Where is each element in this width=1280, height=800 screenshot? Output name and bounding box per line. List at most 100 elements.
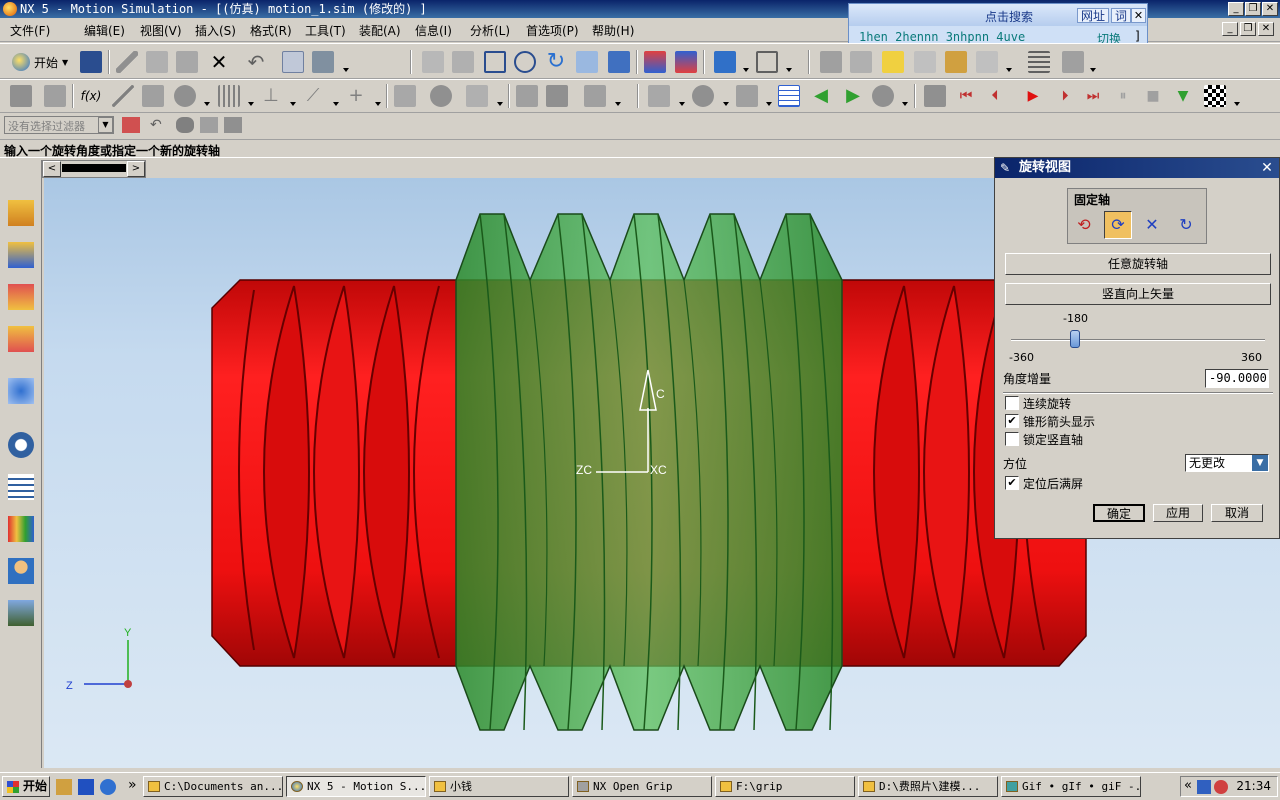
cone-arrow-display-checkbox[interactable]: ✔ [1005, 414, 1019, 428]
link-icon[interactable] [850, 51, 872, 73]
quicklaunch-app-icon[interactable] [78, 779, 94, 795]
angle-slider-thumb[interactable] [1069, 330, 1080, 348]
menu-format[interactable]: 格式(R) [250, 22, 292, 39]
dropdown-arrow-icon[interactable] [723, 102, 729, 106]
delete-icon[interactable]: ✕ [208, 51, 230, 73]
system-scenes-icon[interactable] [8, 600, 34, 626]
nav-next-button[interactable]: > [127, 161, 145, 177]
dropdown-arrow-icon[interactable] [333, 102, 339, 106]
task-gif[interactable]: Gif • gIf • giF -... [1001, 776, 1141, 797]
dropdown-arrow-icon[interactable] [248, 102, 254, 106]
search-url-button[interactable]: 网址 [1077, 8, 1110, 23]
network-icon[interactable] [1197, 780, 1211, 794]
feature-select-icon[interactable] [200, 117, 218, 133]
menu-help[interactable]: 帮助(H) [592, 22, 634, 39]
layer-settings-icon[interactable] [675, 51, 697, 73]
menu-analysis[interactable]: 分析(L) [470, 22, 510, 39]
marker-point-icon[interactable]: + [345, 85, 367, 107]
finish-flag-icon[interactable] [1204, 85, 1226, 107]
spreadsheet-icon[interactable] [778, 85, 800, 107]
motion-driver-icon[interactable] [914, 51, 936, 73]
x-axis-rotate-button[interactable]: ⟲ [1070, 211, 1098, 239]
ok-button[interactable]: 确定 [1093, 504, 1145, 522]
pin-icon[interactable]: ✎ [1000, 161, 1014, 175]
package-icon[interactable] [466, 85, 488, 107]
vertical-up-vector-button[interactable]: 竖直向上矢量 [1005, 283, 1271, 305]
y-axis-rotate-button[interactable]: ⟳ [1104, 211, 1132, 239]
animation-icon[interactable] [584, 85, 606, 107]
solver-icon[interactable] [546, 85, 568, 107]
navigator-tab[interactable] [62, 164, 126, 172]
close-icon[interactable]: ✕ [1259, 160, 1275, 176]
measure-icon[interactable]: ⟋ [302, 85, 324, 107]
menu-info[interactable]: 信息(I) [415, 22, 452, 39]
menu-file[interactable]: 文件(F) [10, 22, 50, 39]
zoom-icon[interactable] [514, 51, 536, 73]
fit-after-checkbox[interactable]: ✔ [1005, 476, 1019, 490]
menu-preferences[interactable]: 首选项(P) [526, 22, 579, 39]
orientation-select[interactable]: 无更改 ▼ [1185, 454, 1269, 472]
copy-icon[interactable] [146, 51, 168, 73]
joint-icon[interactable] [882, 51, 904, 73]
marker-icon[interactable] [1062, 51, 1084, 73]
quicklaunch-ie-icon[interactable] [100, 779, 116, 795]
arrow-right-icon[interactable]: ▶ [842, 85, 864, 107]
task-nx5[interactable]: NX 5 - Motion S... [286, 776, 426, 797]
contact-icon[interactable] [394, 85, 416, 107]
task-xiaoqian[interactable]: 小钱 [429, 776, 569, 797]
search-close-icon[interactable]: ✕ [1131, 8, 1146, 23]
angle-slider-track[interactable] [1011, 339, 1265, 341]
doc-minimize-button[interactable]: _ [1222, 22, 1238, 36]
z-axis-rotate-button[interactable]: ↻ [1172, 211, 1200, 239]
zoom-region-icon[interactable] [452, 51, 474, 73]
fit-icon[interactable] [422, 51, 444, 73]
dropdown-arrow-icon[interactable] [615, 102, 621, 106]
rewind-to-start-icon[interactable]: ⏮ [955, 85, 977, 107]
arrow-left-icon[interactable]: ◀ [810, 85, 832, 107]
dropdown-arrow-icon[interactable] [786, 68, 792, 72]
dropdown-arrow-icon[interactable] [1006, 68, 1012, 72]
menu-edit[interactable]: 编辑(E) [84, 22, 125, 39]
step-back-icon[interactable]: ⏴ [984, 85, 1006, 107]
constraint-icon[interactable] [1028, 51, 1050, 73]
close-button[interactable]: ✕ [1262, 2, 1278, 16]
rotate-icon[interactable]: ↻ [545, 51, 567, 73]
nav-prev-button[interactable]: < [43, 161, 61, 177]
face-select-icon[interactable] [224, 117, 242, 133]
assembly-navigator-icon[interactable] [8, 242, 34, 268]
dropdown-arrow-icon[interactable] [1234, 102, 1240, 106]
fit-after-row[interactable]: ✔ 定位后满屏 [1005, 475, 1083, 491]
cancel-button[interactable]: 取消 [1211, 504, 1263, 522]
solid-select-icon[interactable] [176, 117, 194, 133]
taskbar-start-button[interactable]: 开始 [2, 776, 50, 797]
constraint-navigator-icon[interactable] [8, 284, 34, 310]
task-nx-open-grip[interactable]: NX Open Grip [572, 776, 712, 797]
continuous-rotate-row[interactable]: 连续旋转 [1005, 395, 1071, 411]
selection-icon[interactable] [312, 51, 334, 73]
shaded-display-icon[interactable] [714, 51, 736, 73]
step-forward-icon[interactable]: ⏵ [1054, 85, 1076, 107]
apply-button[interactable]: 应用 [1153, 504, 1203, 522]
start-button[interactable]: 开始 ▼ [12, 50, 68, 74]
load-icon[interactable]: ⊥ [260, 85, 282, 107]
visualization-palette-icon[interactable] [8, 516, 34, 542]
task-documents[interactable]: C:\Documents an... [143, 776, 283, 797]
select-arrow-icon[interactable]: ↶ [150, 117, 168, 133]
trace-icon[interactable] [692, 85, 714, 107]
dialog-title-bar[interactable]: ✎ 旋转视图 ✕ [995, 158, 1279, 178]
dropdown-arrow-icon[interactable] [902, 102, 908, 106]
cut-icon[interactable] [116, 51, 138, 73]
joint-type-icon[interactable] [142, 85, 164, 107]
layer-icon[interactable] [644, 51, 666, 73]
part-navigator-icon[interactable] [8, 326, 34, 352]
messenger-icon[interactable] [1214, 780, 1228, 794]
web-browser-icon[interactable] [8, 378, 34, 404]
snap-point-icon[interactable] [122, 117, 140, 133]
environment-icon[interactable] [10, 85, 32, 107]
worm-shaft[interactable] [455, 213, 843, 731]
minimize-button[interactable]: _ [1228, 2, 1244, 16]
cone-arrow-display-row[interactable]: ✔ 锥形箭头显示 [1005, 413, 1095, 429]
diagonal-axis-rotate-button[interactable]: ✕ [1138, 211, 1166, 239]
explode-icon[interactable] [736, 85, 758, 107]
menu-insert[interactable]: 插入(S) [195, 22, 236, 39]
